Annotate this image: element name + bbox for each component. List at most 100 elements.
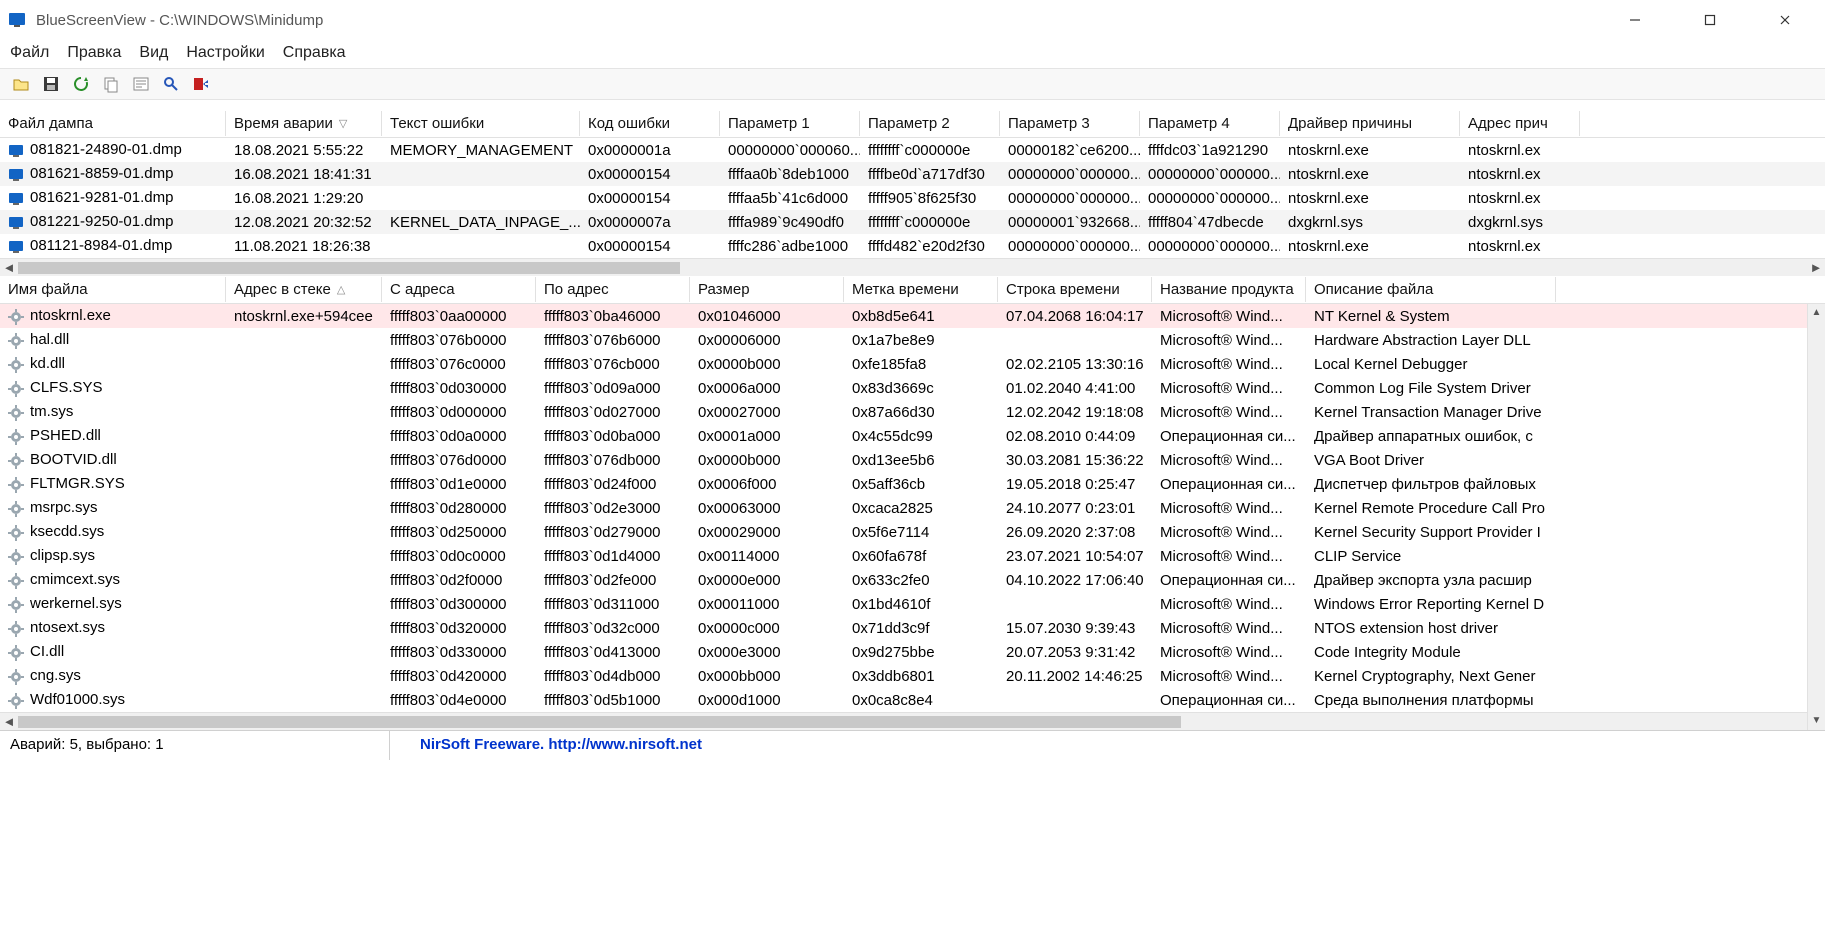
- top-col-1[interactable]: Время аварии▽: [226, 111, 382, 136]
- top-col-0[interactable]: Файл дампа: [0, 111, 226, 136]
- top-scrollbar[interactable]: ◄ ►: [0, 258, 1825, 276]
- cell: fffff803`0d250000: [382, 522, 536, 543]
- module-row[interactable]: clipsp.sysfffff803`0d0c0000fffff803`0d1d…: [0, 544, 1825, 568]
- close-button[interactable]: [1762, 5, 1807, 35]
- driver-icon: [8, 621, 24, 637]
- cell: 0x000e3000: [690, 642, 844, 663]
- module-row[interactable]: ntoskrnl.exentoskrnl.exe+594ceefffff803`…: [0, 304, 1825, 328]
- bot-col-2[interactable]: С адреса: [382, 277, 536, 302]
- module-row[interactable]: CLFS.SYSfffff803`0d030000fffff803`0d09a0…: [0, 376, 1825, 400]
- cell: [998, 602, 1152, 606]
- window-controls: [1612, 5, 1817, 35]
- top-col-9[interactable]: Адрес прич: [1460, 111, 1580, 136]
- cell: 16.08.2021 18:41:31: [226, 164, 382, 185]
- bot-col-7[interactable]: Название продукта: [1152, 277, 1306, 302]
- menu-options[interactable]: Настройки: [186, 44, 264, 62]
- properties-icon[interactable]: [130, 73, 152, 95]
- copy-icon[interactable]: [100, 73, 122, 95]
- module-row[interactable]: FLTMGR.SYSfffff803`0d1e0000fffff803`0d24…: [0, 472, 1825, 496]
- top-col-2[interactable]: Текст ошибки: [382, 111, 580, 136]
- cell: 0x00000154: [580, 188, 720, 209]
- find-icon[interactable]: [160, 73, 182, 95]
- menu-view[interactable]: Вид: [139, 44, 168, 62]
- cell: fffff803`0d280000: [382, 498, 536, 519]
- bottom-scrollbar[interactable]: ◄ ►: [0, 712, 1825, 730]
- cell: 20.11.2002 14:46:25: [998, 666, 1152, 687]
- cell: cmimcext.sys: [0, 569, 226, 590]
- bot-col-8[interactable]: Описание файла: [1306, 277, 1556, 302]
- cell: kd.dll: [0, 353, 226, 374]
- monitor-icon: [8, 143, 24, 159]
- maximize-button[interactable]: [1687, 5, 1732, 35]
- module-row[interactable]: ksecdd.sysfffff803`0d250000fffff803`0d27…: [0, 520, 1825, 544]
- cell: Microsoft® Wind...: [1152, 498, 1306, 519]
- scroll-left-icon[interactable]: ◄: [0, 714, 18, 729]
- dump-row[interactable]: 081221-9250-01.dmp12.08.2021 20:32:52KER…: [0, 210, 1825, 234]
- menu-edit[interactable]: Правка: [67, 44, 121, 62]
- monitor-icon: [8, 215, 24, 231]
- module-row[interactable]: cng.sysfffff803`0d420000fffff803`0d4db00…: [0, 664, 1825, 688]
- top-col-5[interactable]: Параметр 2: [860, 111, 1000, 136]
- scroll-right-icon[interactable]: ►: [1807, 260, 1825, 275]
- bot-col-1[interactable]: Адрес в стеке△: [226, 277, 382, 302]
- cell: fffff803`0d2f0000: [382, 570, 536, 591]
- module-row[interactable]: kd.dllfffff803`076c0000fffff803`076cb000…: [0, 352, 1825, 376]
- menu-file[interactable]: Файл: [10, 44, 49, 62]
- scroll-left-icon[interactable]: ◄: [0, 260, 18, 275]
- module-row[interactable]: tm.sysfffff803`0d000000fffff803`0d027000…: [0, 400, 1825, 424]
- top-col-6[interactable]: Параметр 3: [1000, 111, 1140, 136]
- bot-col-6[interactable]: Строка времени: [998, 277, 1152, 302]
- module-row[interactable]: PSHED.dllfffff803`0d0a0000fffff803`0d0ba…: [0, 424, 1825, 448]
- menu-help[interactable]: Справка: [283, 44, 346, 62]
- scroll-down-icon[interactable]: ▼: [1808, 712, 1825, 730]
- exit-icon[interactable]: [190, 73, 212, 95]
- save-icon[interactable]: [40, 73, 62, 95]
- cell: fffff803`076d0000: [382, 450, 536, 471]
- module-row[interactable]: CI.dllfffff803`0d330000fffff803`0d413000…: [0, 640, 1825, 664]
- cell: 0x1a7be8e9: [844, 330, 998, 351]
- cell: 0x01046000: [690, 306, 844, 327]
- bot-col-5[interactable]: Метка времени: [844, 277, 998, 302]
- module-row[interactable]: werkernel.sysfffff803`0d300000fffff803`0…: [0, 592, 1825, 616]
- dump-row[interactable]: 081821-24890-01.dmp18.08.2021 5:55:22MEM…: [0, 138, 1825, 162]
- module-row[interactable]: Wdf01000.sysfffff803`0d4e0000fffff803`0d…: [0, 688, 1825, 712]
- module-row[interactable]: hal.dllfffff803`076b0000fffff803`076b600…: [0, 328, 1825, 352]
- cell: 00000000`000000...: [1140, 164, 1280, 185]
- module-vscroll[interactable]: ▲ ▼: [1807, 304, 1825, 730]
- top-col-4[interactable]: Параметр 1: [720, 111, 860, 136]
- dump-row[interactable]: 081621-8859-01.dmp16.08.2021 18:41:310x0…: [0, 162, 1825, 186]
- top-col-3[interactable]: Код ошибки: [580, 111, 720, 136]
- module-row[interactable]: BOOTVID.dllfffff803`076d0000fffff803`076…: [0, 448, 1825, 472]
- cell: 01.02.2040 4:41:00: [998, 378, 1152, 399]
- cell: fffff803`0d279000: [536, 522, 690, 543]
- cell: 07.04.2068 16:04:17: [998, 306, 1152, 327]
- cell: fffff803`0d311000: [536, 594, 690, 615]
- bot-col-3[interactable]: По адрес: [536, 277, 690, 302]
- module-row[interactable]: msrpc.sysfffff803`0d280000fffff803`0d2e3…: [0, 496, 1825, 520]
- cell: werkernel.sys: [0, 593, 226, 614]
- cell: [226, 650, 382, 654]
- minimize-button[interactable]: [1612, 5, 1657, 35]
- cell: 0x87a66d30: [844, 402, 998, 423]
- cell: dxgkrnl.sys: [1460, 212, 1580, 233]
- cell: fffff803`076c0000: [382, 354, 536, 375]
- cell: 0x0000e000: [690, 570, 844, 591]
- cell: fffff803`0aa00000: [382, 306, 536, 327]
- module-row[interactable]: ntosext.sysfffff803`0d320000fffff803`0d3…: [0, 616, 1825, 640]
- cell: [226, 626, 382, 630]
- cell: 0x1bd4610f: [844, 594, 998, 615]
- refresh-icon[interactable]: [70, 73, 92, 95]
- cell: 0x00063000: [690, 498, 844, 519]
- dump-row[interactable]: 081621-9281-01.dmp16.08.2021 1:29:200x00…: [0, 186, 1825, 210]
- top-col-7[interactable]: Параметр 4: [1140, 111, 1280, 136]
- cell: [226, 458, 382, 462]
- scroll-up-icon[interactable]: ▲: [1808, 304, 1825, 322]
- bot-col-0[interactable]: Имя файла: [0, 277, 226, 302]
- open-icon[interactable]: [10, 73, 32, 95]
- top-col-8[interactable]: Драйвер причины: [1280, 111, 1460, 136]
- module-row[interactable]: cmimcext.sysfffff803`0d2f0000fffff803`0d…: [0, 568, 1825, 592]
- dump-row[interactable]: 081121-8984-01.dmp11.08.2021 18:26:380x0…: [0, 234, 1825, 258]
- cell: Microsoft® Wind...: [1152, 306, 1306, 327]
- status-right: NirSoft Freeware. http://www.nirsoft.net: [390, 731, 732, 760]
- bot-col-4[interactable]: Размер: [690, 277, 844, 302]
